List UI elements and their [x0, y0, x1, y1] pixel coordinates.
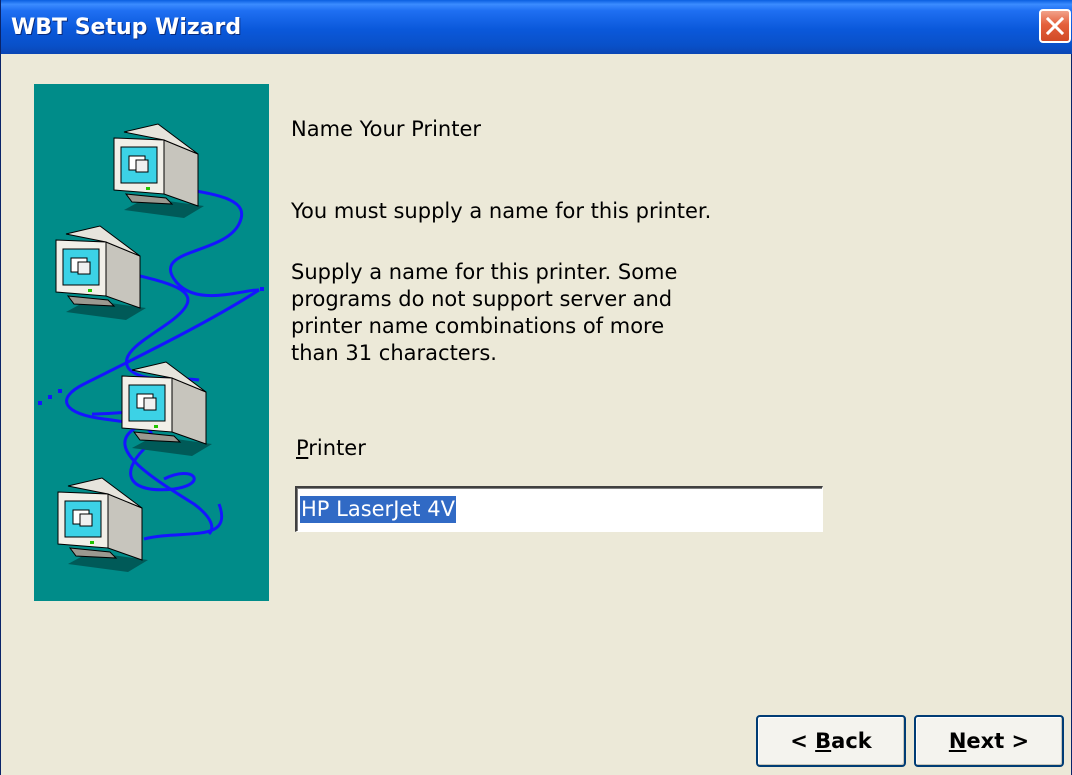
close-icon [1046, 17, 1064, 35]
back-button-rest: ack [831, 729, 872, 753]
back-button-prefix: < [790, 729, 816, 753]
back-button-mnemonic: B [815, 729, 832, 753]
printer-label-rest: rinter [308, 436, 366, 460]
close-button[interactable] [1039, 9, 1071, 43]
printer-name-value: HP LaserJet 4V [300, 496, 456, 523]
next-button-rest: ext > [966, 729, 1030, 753]
network-computers-illustration [34, 84, 269, 601]
instruction-message: You must supply a name for this printer. [291, 199, 712, 223]
next-button-mnemonic: N [948, 729, 967, 753]
wizard-window: WBT Setup Wizard Name Your Printer You m… [0, 0, 1072, 775]
printer-label-mnemonic: P [296, 436, 309, 460]
window-title: WBT Setup Wizard [11, 15, 242, 40]
page-heading: Name Your Printer [291, 117, 481, 141]
printer-field-label: Printer [296, 435, 366, 462]
back-button[interactable]: < Back [756, 715, 906, 767]
title-bar: WBT Setup Wizard [1, 0, 1072, 54]
instruction-description: Supply a name for this printer. Some pro… [291, 260, 678, 365]
next-button[interactable]: Next > [914, 715, 1064, 767]
printer-name-input[interactable]: HP LaserJet 4V [295, 486, 823, 532]
